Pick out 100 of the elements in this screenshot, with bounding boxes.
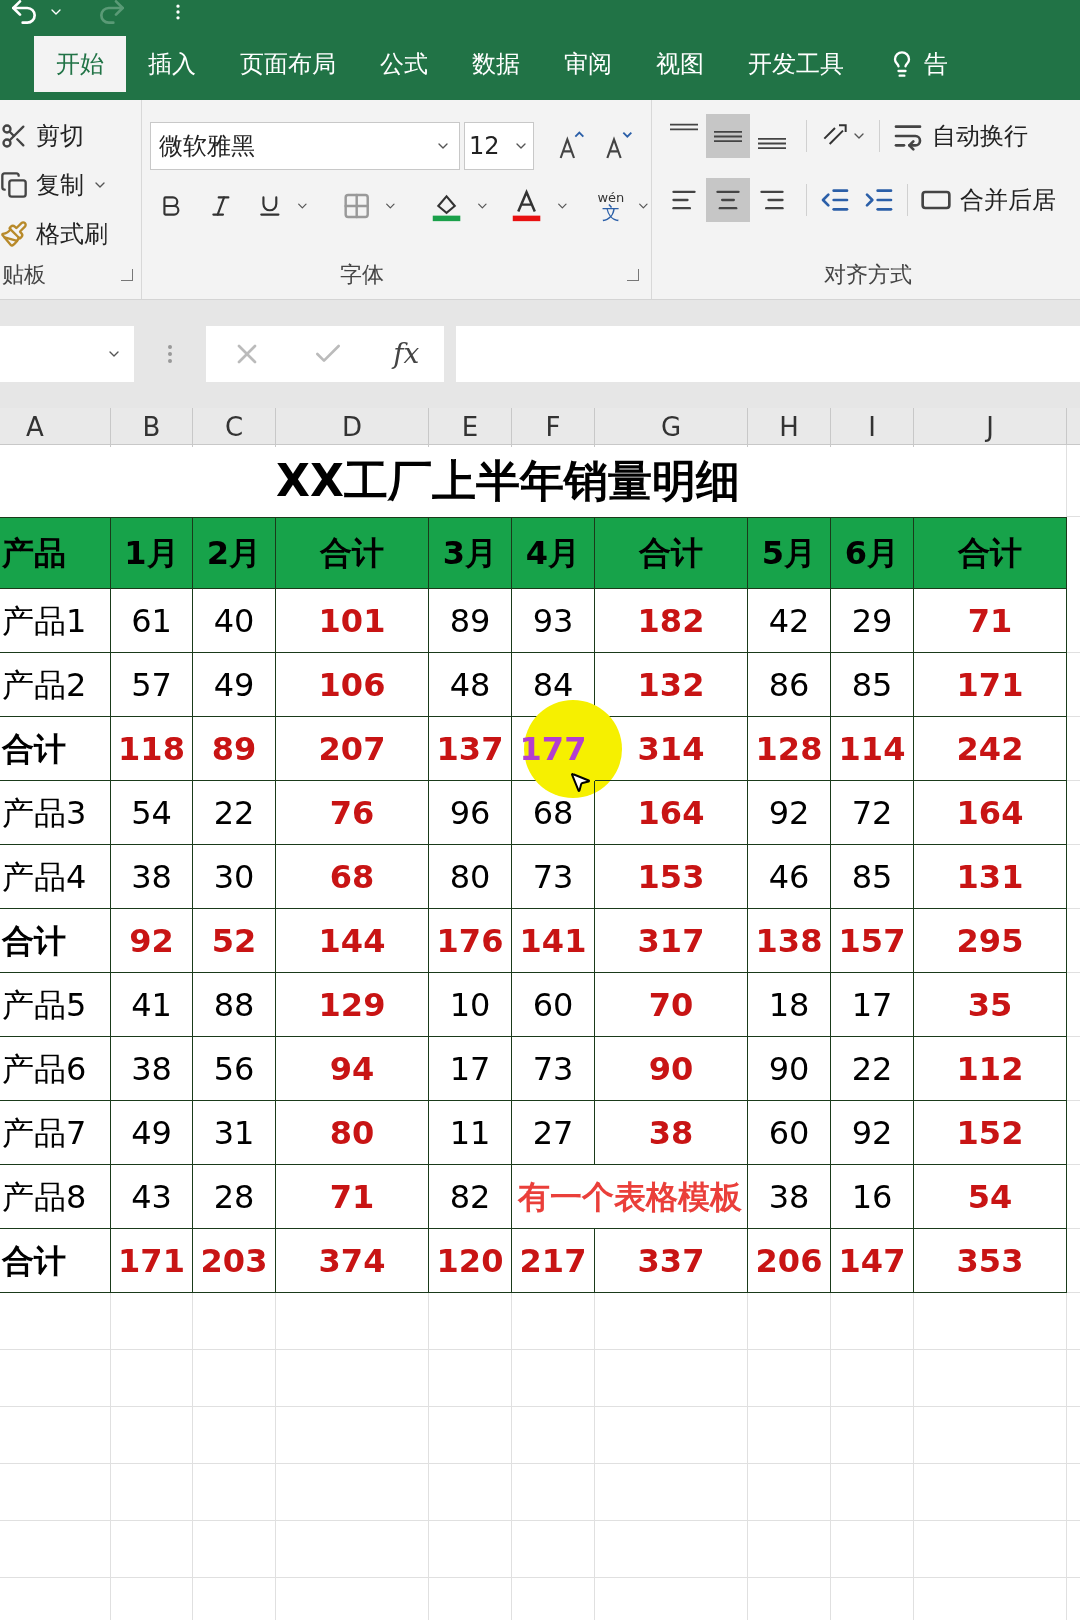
ribbon-tab[interactable]: 数据	[450, 36, 542, 92]
table-cell-text: 52	[211, 920, 257, 962]
table-cell-text: 112	[956, 1048, 1024, 1090]
formula-input[interactable]	[456, 326, 1080, 382]
table-cell-text: 171	[118, 1240, 185, 1282]
column-header[interactable]: I	[868, 408, 876, 447]
table-cell-text: 106	[318, 664, 386, 706]
table-cell-text: 28	[213, 1176, 255, 1218]
phonetic-button[interactable]: wén 文	[597, 190, 625, 222]
column-header[interactable]: H	[779, 408, 799, 447]
table-cell-text: 90	[648, 1048, 694, 1090]
table-cell-text: 43	[131, 1176, 172, 1218]
table-cell-text: 176	[436, 920, 504, 962]
ribbon-tab[interactable]: 开发工具	[726, 36, 866, 92]
table-cell-text: 17	[449, 1048, 491, 1090]
table-cell-text: 71	[329, 1176, 375, 1218]
column-header[interactable]: E	[461, 408, 479, 447]
column-header[interactable]: F	[545, 408, 561, 447]
font-size-field[interactable]: 12	[464, 122, 534, 170]
table-cell-text: 60	[768, 1112, 810, 1154]
table-cell-text: 合计	[2, 1240, 66, 1282]
align-button[interactable]	[706, 114, 750, 158]
table-cell-text: 产品6	[2, 1048, 87, 1090]
ribbon-tab[interactable]: 视图	[634, 36, 726, 92]
table-cell-text: 产品7	[2, 1112, 87, 1154]
table-cell-text: 147	[838, 1240, 906, 1282]
ribbon-tab[interactable]: 开始	[34, 36, 126, 92]
clipboard-button[interactable]: 格式刷	[0, 209, 141, 258]
clipboard-button[interactable]: 剪切	[0, 112, 141, 161]
table-cell-text: 产品4	[2, 856, 87, 898]
mouse-pointer-icon	[568, 770, 592, 794]
table-cell-text: 49	[131, 1112, 172, 1154]
align-middle-icon	[714, 129, 742, 143]
merge-center-button[interactable]: 合并后居	[920, 182, 1056, 218]
ribbon-tab[interactable]: 告	[866, 36, 970, 92]
ribbon-tab[interactable]: 审阅	[542, 36, 634, 92]
table-cell-text: 242	[956, 728, 1024, 770]
column-header[interactable]: J	[986, 408, 994, 447]
align-button[interactable]	[706, 178, 750, 222]
table-cell-text: 产品8	[2, 1176, 87, 1218]
font-name-field[interactable]: 微软雅黑	[150, 122, 460, 170]
align-bottom-icon	[758, 137, 786, 150]
table-cell-text: 89	[211, 728, 257, 770]
table-cell-text: 31	[213, 1112, 255, 1154]
table-cell-text: 产品1	[2, 600, 87, 642]
table-cell-text: 93	[532, 600, 574, 642]
column-header[interactable]: A	[26, 408, 44, 447]
table-cell-text: 157	[838, 920, 906, 962]
ribbon-tab[interactable]: 公式	[358, 36, 450, 92]
table-cell-text: 73	[532, 856, 574, 898]
table-cell-text: 96	[449, 792, 491, 834]
table-cell-text: 182	[637, 600, 705, 642]
table-cell-text: 54	[967, 1176, 1013, 1218]
table-cell-text: 18	[768, 984, 810, 1026]
function-button[interactable]: fx	[393, 333, 420, 375]
table-cell-text: 374	[318, 1240, 386, 1282]
table-cell-text: 317	[637, 920, 705, 962]
copy-icon	[0, 171, 28, 199]
table-cell-text: 295	[956, 920, 1024, 962]
wrap-text-button[interactable]: 自动换行	[892, 118, 1028, 154]
table-cell-text: 144	[318, 920, 386, 962]
dialog-launcher-icon[interactable]	[627, 268, 639, 281]
table-cell-text: 153	[637, 856, 705, 898]
sheet-title: XX工厂上半年销量明细	[276, 454, 740, 508]
table-cell-text: 40	[213, 600, 255, 642]
table-cell-text: 85	[851, 856, 893, 898]
header-cell: 6月	[831, 517, 914, 589]
table-cell-text: 114	[838, 728, 906, 770]
table-cell-text: 171	[956, 664, 1024, 706]
table-cell-text: 70	[648, 984, 694, 1026]
ribbon-tab[interactable]: 页面布局	[218, 36, 358, 92]
table-cell-text: 80	[329, 1112, 375, 1154]
column-header[interactable]: G	[660, 408, 682, 447]
table-cell-text: 73	[532, 1048, 574, 1090]
table-cell-text: 207	[318, 728, 386, 770]
column-header[interactable]: B	[142, 408, 161, 447]
table-cell-text: 353	[956, 1240, 1024, 1282]
table-cell-text: 131	[956, 856, 1024, 898]
table-cell-text: 29	[851, 600, 893, 642]
column-header[interactable]: D	[342, 408, 362, 447]
table-cell-text: 产品2	[2, 664, 87, 706]
table-cell-text: 48	[449, 664, 491, 706]
clipboard-button[interactable]: 复制	[0, 160, 141, 210]
table-cell-text: 152	[956, 1112, 1024, 1154]
table-cell-text: 138	[755, 920, 823, 962]
ribbon-tab[interactable]: 插入	[126, 36, 218, 92]
table-cell-text: 54	[131, 792, 172, 834]
align-top-icon	[670, 122, 698, 132]
header-cell: 合计	[595, 517, 748, 589]
table-cell-text: 46	[768, 856, 810, 898]
dialog-launcher-icon[interactable]	[121, 268, 133, 281]
table-cell-text: 337	[637, 1240, 705, 1282]
table-cell-text: 11	[449, 1112, 491, 1154]
header-cell: 3月	[429, 517, 512, 589]
table-cell-text: 38	[648, 1112, 694, 1154]
header-cell: 合计	[276, 517, 429, 589]
table-cell-text: 38	[131, 1048, 172, 1090]
table-cell-text: 118	[118, 728, 185, 770]
column-header[interactable]: C	[224, 408, 244, 447]
table-cell-text: 56	[213, 1048, 255, 1090]
